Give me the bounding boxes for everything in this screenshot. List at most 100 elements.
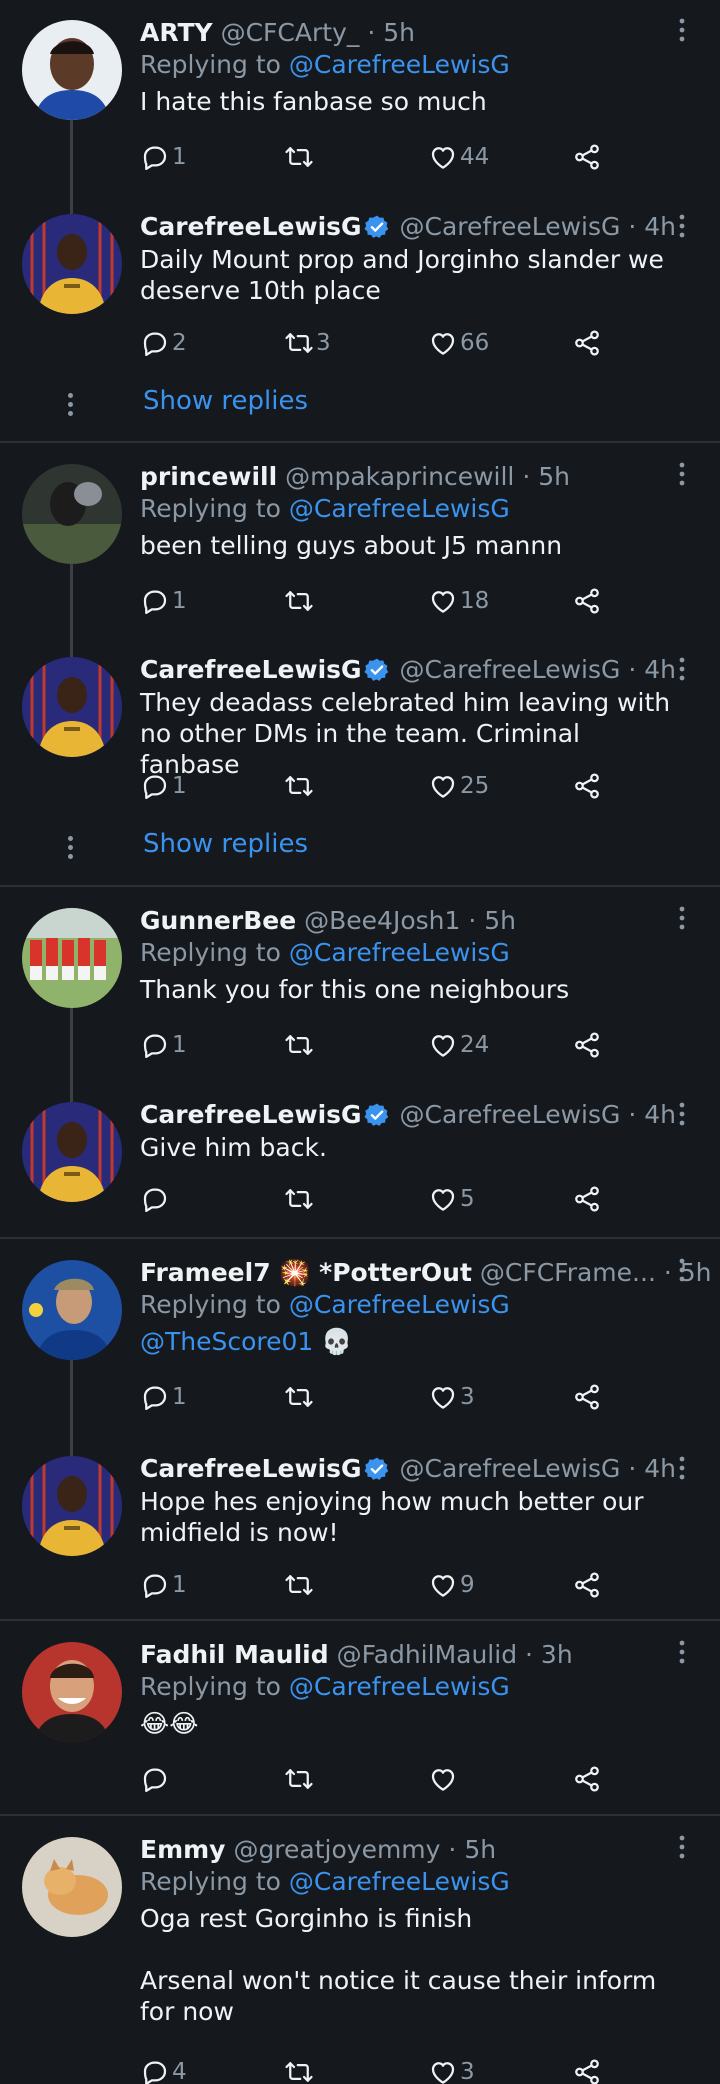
like-button[interactable]: 3 — [428, 1380, 475, 1414]
user-handle: @CarefreeLewisG — [399, 1100, 621, 1129]
more-options-button[interactable] — [672, 904, 692, 932]
show-replies-link[interactable]: Show replies — [143, 829, 308, 859]
divider — [0, 885, 720, 887]
replying-to-label: Replying to — [140, 938, 281, 967]
more-options-button[interactable] — [672, 655, 692, 683]
more-options-button[interactable] — [672, 1256, 692, 1284]
retweet-button[interactable] — [284, 1762, 316, 1796]
replying-to: Replying to @CarefreeLewisG — [140, 1867, 510, 1897]
reply-button[interactable]: 4 — [140, 2055, 187, 2084]
avatar[interactable] — [22, 20, 122, 120]
reply-button[interactable] — [140, 1182, 172, 1216]
tweet[interactable]: CarefreeLewisG @CarefreeLewisG · 4h They … — [0, 643, 720, 829]
retweet-button[interactable] — [284, 1380, 316, 1414]
replies-count: 4 — [172, 2059, 187, 2084]
more-icon — [672, 1833, 692, 1861]
share-button[interactable] — [572, 1568, 602, 1602]
like-button[interactable]: 25 — [428, 769, 489, 803]
retweet-button[interactable] — [284, 2055, 316, 2084]
like-button[interactable]: 5 — [428, 1182, 475, 1216]
tweet[interactable]: GunnerBee @Bee4Josh1 · 5h Replying to @Ca… — [0, 888, 720, 1128]
like-button[interactable]: 24 — [428, 1028, 489, 1062]
retweet-button[interactable] — [284, 140, 316, 174]
share-button[interactable] — [572, 140, 602, 174]
tweet-header: Fadhil Maulid @FadhilMaulid · 3h — [140, 1640, 573, 1670]
tweet-text: Thank you for this one neighbours — [140, 975, 570, 1004]
reply-icon — [140, 586, 170, 616]
like-button[interactable]: 44 — [428, 140, 489, 174]
tweet[interactable]: CarefreeLewisG @CarefreeLewisG · 4h Daily… — [0, 200, 720, 386]
more-options-button[interactable] — [672, 16, 692, 44]
replies-count: 1 — [172, 773, 187, 799]
tweet-actions: 43 — [140, 2055, 620, 2084]
reply-button[interactable] — [140, 1762, 172, 1796]
tweet-actions: 1 24 — [140, 1028, 620, 1062]
share-button[interactable] — [572, 2055, 602, 2084]
avatar[interactable] — [22, 1260, 122, 1360]
tweet[interactable]: princewill @mpakaprincewill · 5h Replying… — [0, 444, 720, 684]
timestamp: · 4h — [628, 1100, 676, 1129]
reply-button[interactable]: 1 — [140, 769, 187, 803]
more-options-button[interactable] — [672, 1638, 692, 1666]
retweet-button[interactable] — [284, 1568, 316, 1602]
timestamp: · 5h — [448, 1835, 497, 1864]
tweet-text: They deadass celebrated him leaving with… — [140, 688, 671, 779]
avatar[interactable] — [22, 1456, 122, 1556]
like-button[interactable]: 9 — [428, 1568, 475, 1602]
like-button[interactable] — [428, 1762, 460, 1796]
like-button[interactable]: 18 — [428, 584, 489, 618]
mention-link[interactable]: @CarefreeLewisG — [289, 50, 510, 79]
like-button[interactable]: 66 — [428, 326, 489, 360]
mention-link[interactable]: @CarefreeLewisG — [289, 1672, 510, 1701]
reply-button[interactable]: 1 — [140, 1380, 187, 1414]
mention-link[interactable]: @CarefreeLewisG — [289, 494, 510, 523]
more-options-button[interactable] — [672, 1454, 692, 1482]
like-button[interactable]: 3 — [428, 2055, 475, 2084]
avatar[interactable] — [22, 464, 122, 564]
more-options-button[interactable] — [672, 460, 692, 488]
mention-link[interactable]: @CarefreeLewisG — [289, 938, 510, 967]
more-options-button[interactable] — [672, 212, 692, 240]
mention-link[interactable]: @CarefreeLewisG — [289, 1867, 510, 1896]
tweet[interactable]: CarefreeLewisG @CarefreeLewisG · 4h Give … — [0, 1088, 720, 1242]
retweet-button[interactable] — [284, 584, 316, 618]
avatar[interactable] — [22, 1642, 122, 1742]
tweet[interactable]: Frameel7 🎇 *PotterOut @CFCFrame... · 5h R… — [0, 1240, 720, 1480]
tweet-header: ARTY @CFCArty_ · 5h — [140, 18, 415, 48]
share-button[interactable] — [572, 1028, 602, 1062]
tweet[interactable]: ARTY @CFCArty_ · 5h Replying to @Carefree… — [0, 0, 720, 240]
reply-button[interactable]: 2 — [140, 326, 187, 360]
reply-button[interactable]: 1 — [140, 1028, 187, 1062]
share-button[interactable] — [572, 1182, 602, 1216]
avatar[interactable] — [22, 908, 122, 1008]
share-button[interactable] — [572, 584, 602, 618]
tweet-header: CarefreeLewisG @CarefreeLewisG · 4h — [140, 1100, 676, 1130]
more-icon — [672, 904, 692, 932]
share-button[interactable] — [572, 1380, 602, 1414]
display-name: princewill — [140, 462, 278, 491]
avatar[interactable] — [22, 1837, 122, 1937]
reply-button[interactable]: 1 — [140, 584, 187, 618]
more-options-button[interactable] — [672, 1100, 692, 1128]
show-replies-link[interactable]: Show replies — [143, 386, 308, 416]
tweet[interactable]: Fadhil Maulid @FadhilMaulid · 3h Replying… — [0, 1622, 720, 1822]
more-options-button[interactable] — [672, 1833, 692, 1861]
thread-more-dots — [68, 393, 74, 420]
reply-button[interactable]: 1 — [140, 140, 187, 174]
retweet-button[interactable] — [284, 769, 316, 803]
share-button[interactable] — [572, 769, 602, 803]
mention-link[interactable]: @TheScore01 — [140, 1327, 313, 1356]
retweet-button[interactable] — [284, 1028, 316, 1062]
retweet-button[interactable]: 3 — [284, 326, 331, 360]
avatar[interactable] — [22, 1102, 122, 1202]
tweet[interactable]: Emmy @greatjoyemmy · 5h Replying to @Care… — [0, 1817, 720, 2084]
mention-link[interactable]: @CarefreeLewisG — [289, 1290, 510, 1319]
avatar[interactable] — [22, 214, 122, 314]
avatar[interactable] — [22, 657, 122, 757]
share-button[interactable] — [572, 326, 602, 360]
like-icon — [428, 1570, 458, 1600]
share-button[interactable] — [572, 1762, 602, 1796]
reply-button[interactable]: 1 — [140, 1568, 187, 1602]
retweet-button[interactable] — [284, 1182, 316, 1216]
tweet[interactable]: CarefreeLewisG @CarefreeLewisG · 4h Hope … — [0, 1442, 720, 1628]
